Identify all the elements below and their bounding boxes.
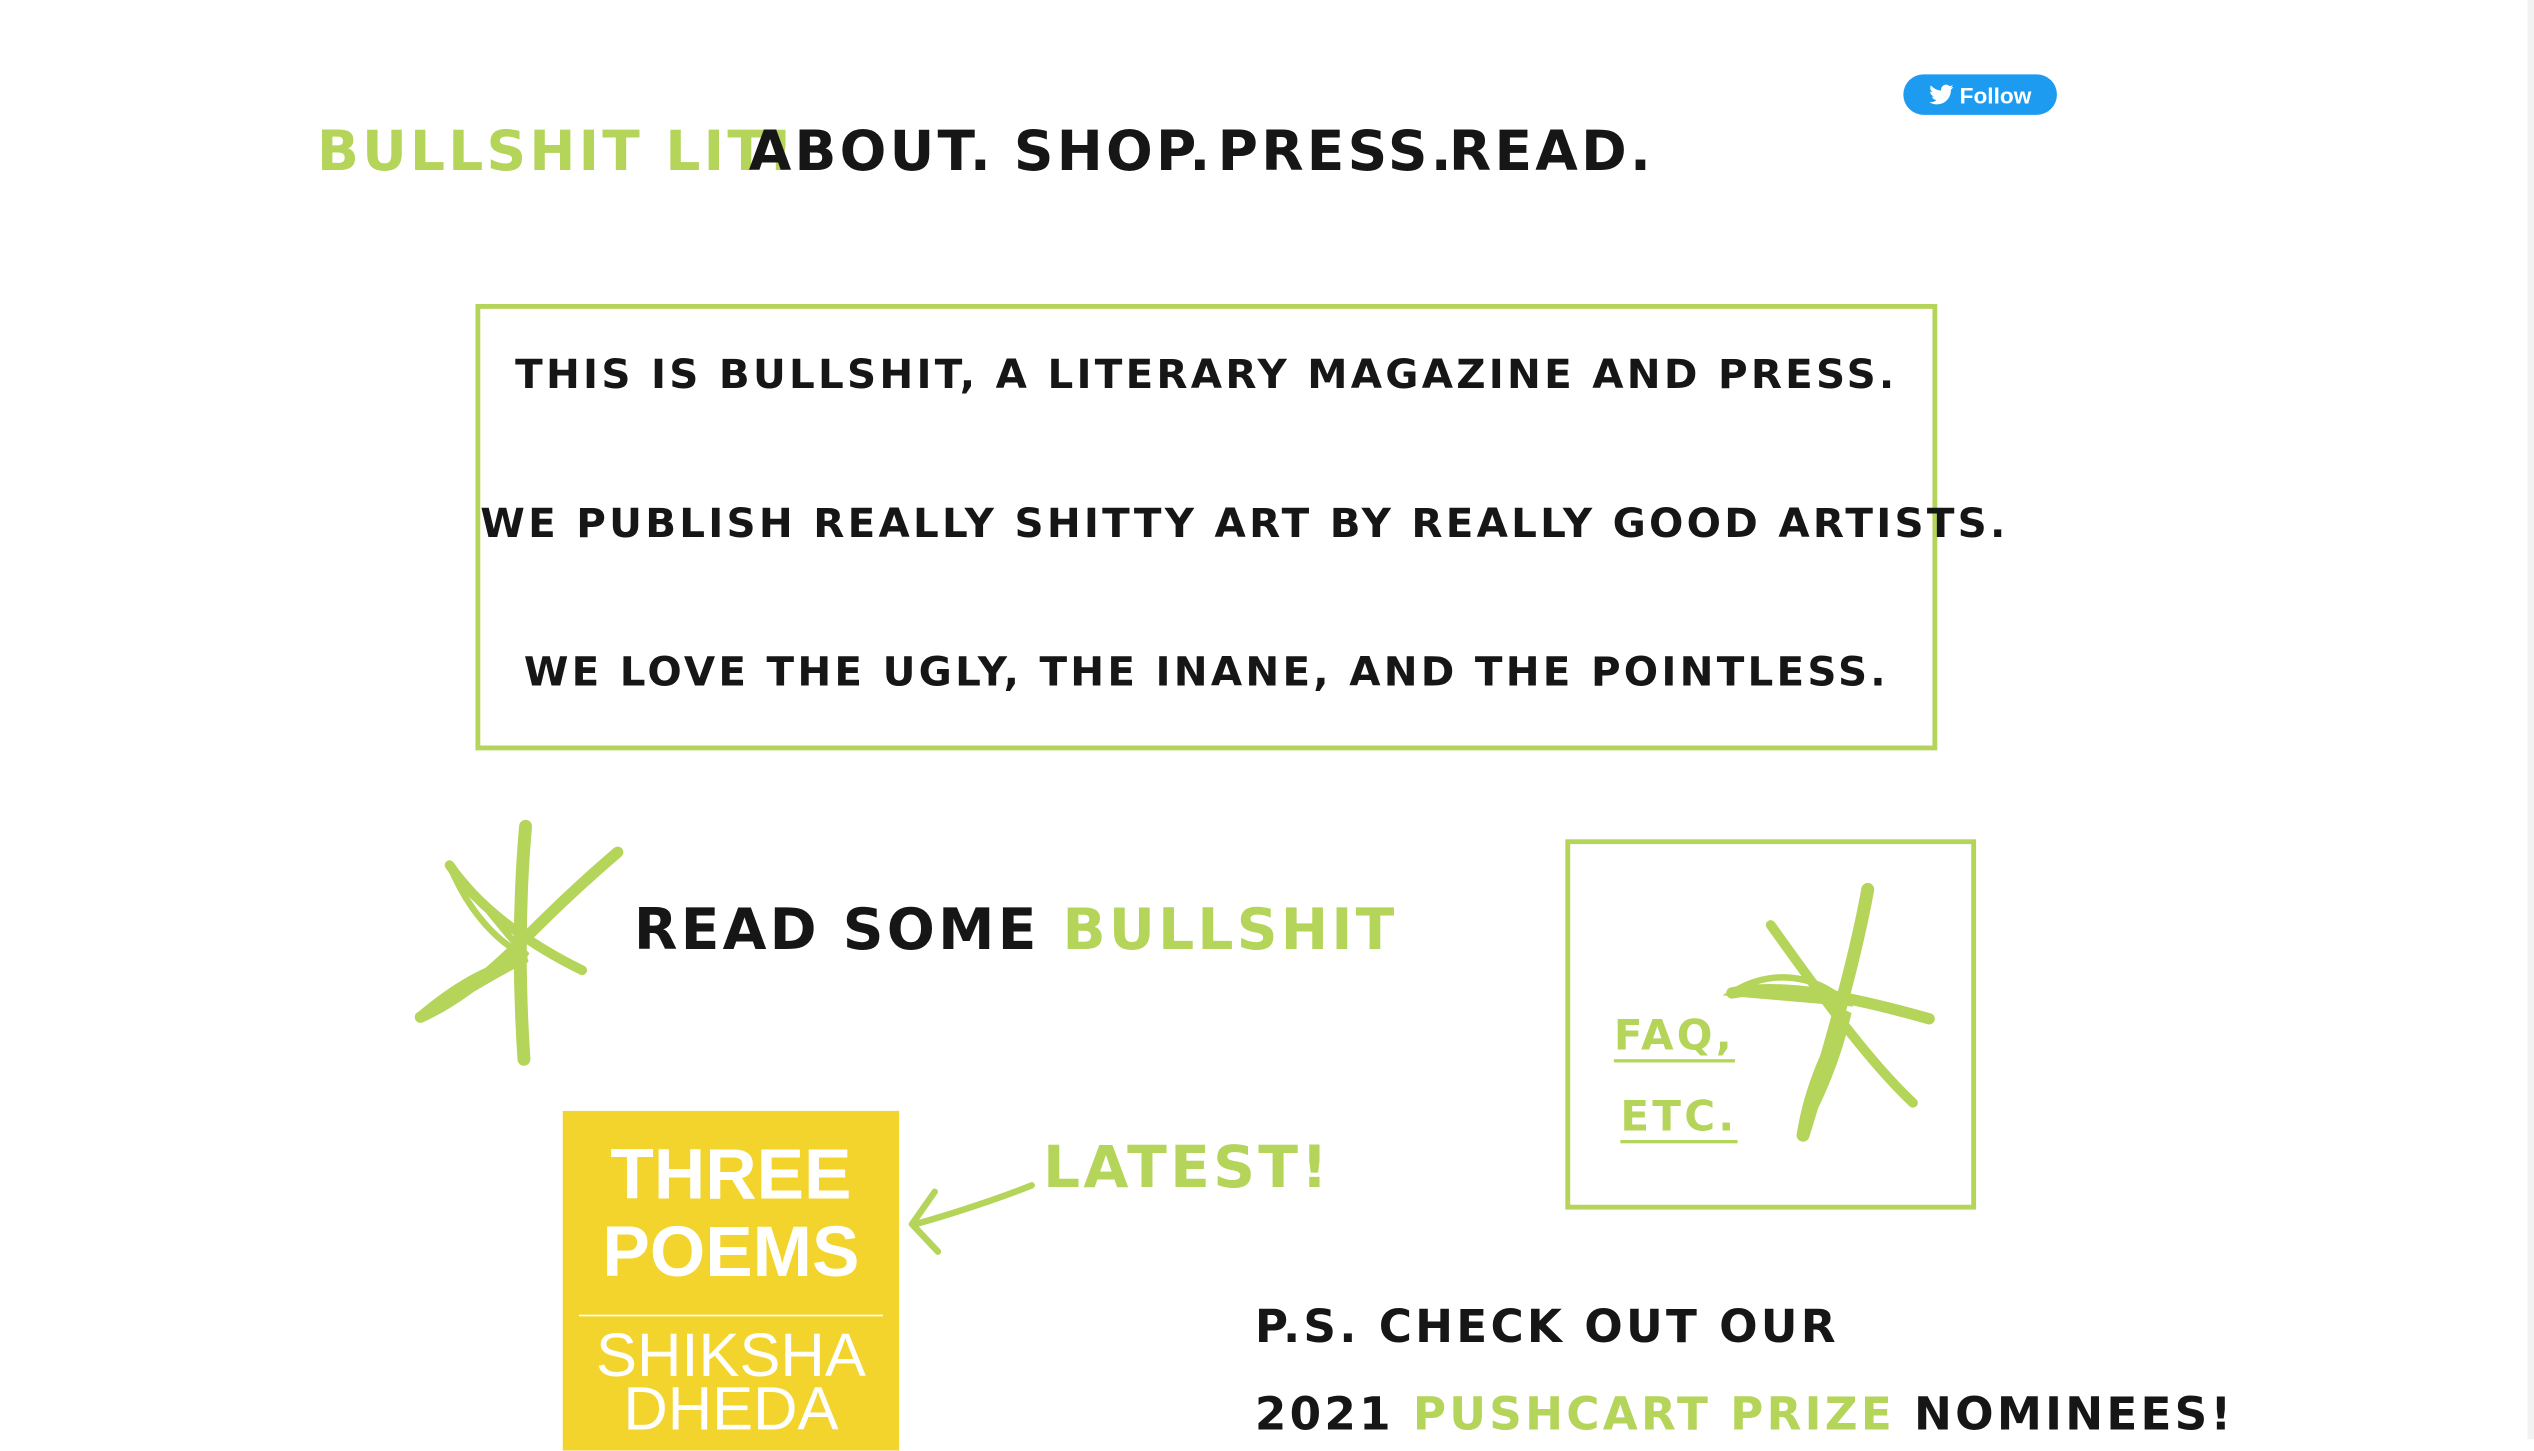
- nav-shop[interactable]: SHOP.: [1014, 120, 1214, 185]
- intro-line-3: WE LOVE THE UGLY, THE INANE, AND THE POI…: [523, 648, 1889, 696]
- latest-label: LATEST!: [1043, 1135, 1331, 1202]
- twitter-bird-icon: [1928, 84, 1954, 105]
- nav-about[interactable]: ABOUT.: [749, 120, 994, 185]
- brand-logo-link[interactable]: BULLSHIT LIT!: [317, 120, 796, 185]
- twitter-follow-label: Follow: [1959, 81, 2032, 108]
- arrow-doodle-icon: [908, 1182, 1035, 1255]
- asterisk-doodle-icon: [1722, 882, 1935, 1142]
- book-title-line-2: POEMS: [602, 1212, 860, 1293]
- read-highlight: BULLSHIT: [1062, 899, 1398, 964]
- book-divider: [578, 1314, 883, 1317]
- pushcart-prize-text: PUSHCART PRIZE: [1412, 1387, 1895, 1441]
- intro-line-2: WE PUBLISH REALLY SHITTY ART BY REALLY G…: [480, 499, 2009, 547]
- scrollbar-track[interactable]: [2527, 0, 2534, 1440]
- faq-link[interactable]: FAQ,: [1614, 1012, 1735, 1061]
- latest-book-cover[interactable]: THREE POEMS SHIKSHA DHEDA: [562, 1110, 900, 1451]
- nav-read[interactable]: READ.: [1449, 120, 1654, 185]
- nav-press[interactable]: PRESS.: [1218, 120, 1455, 185]
- book-title-line-1: THREE: [610, 1135, 852, 1215]
- book-author-line-2: DHEDA: [623, 1376, 839, 1445]
- page: BULLSHIT LIT! ABOUT. SHOP. PRESS. READ. …: [0, 0, 2534, 1451]
- read-some-bullshit-link[interactable]: READ SOME BULLSHIT: [634, 899, 1398, 964]
- ps-nominees: NOMINEES!: [1913, 1387, 2235, 1441]
- intro-line-1: THIS IS BULLSHIT, A LITERARY MAGAZINE AN…: [515, 350, 1898, 398]
- faq-box: FAQ, ETC.: [1565, 839, 1977, 1210]
- pushcart-nominees-link[interactable]: 2021 PUSHCART PRIZE NOMINEES!: [1255, 1387, 2235, 1440]
- twitter-follow-button[interactable]: Follow: [1903, 74, 2057, 115]
- ps-year: 2021: [1254, 1387, 1394, 1441]
- intro-box: THIS IS BULLSHIT, A LITERARY MAGAZINE AN…: [475, 304, 2009, 751]
- asterisk-doodle-icon: [414, 819, 624, 1066]
- ps-line-1: P.S. CHECK OUT OUR: [1254, 1300, 1839, 1354]
- read-prefix: READ SOME: [633, 899, 1040, 964]
